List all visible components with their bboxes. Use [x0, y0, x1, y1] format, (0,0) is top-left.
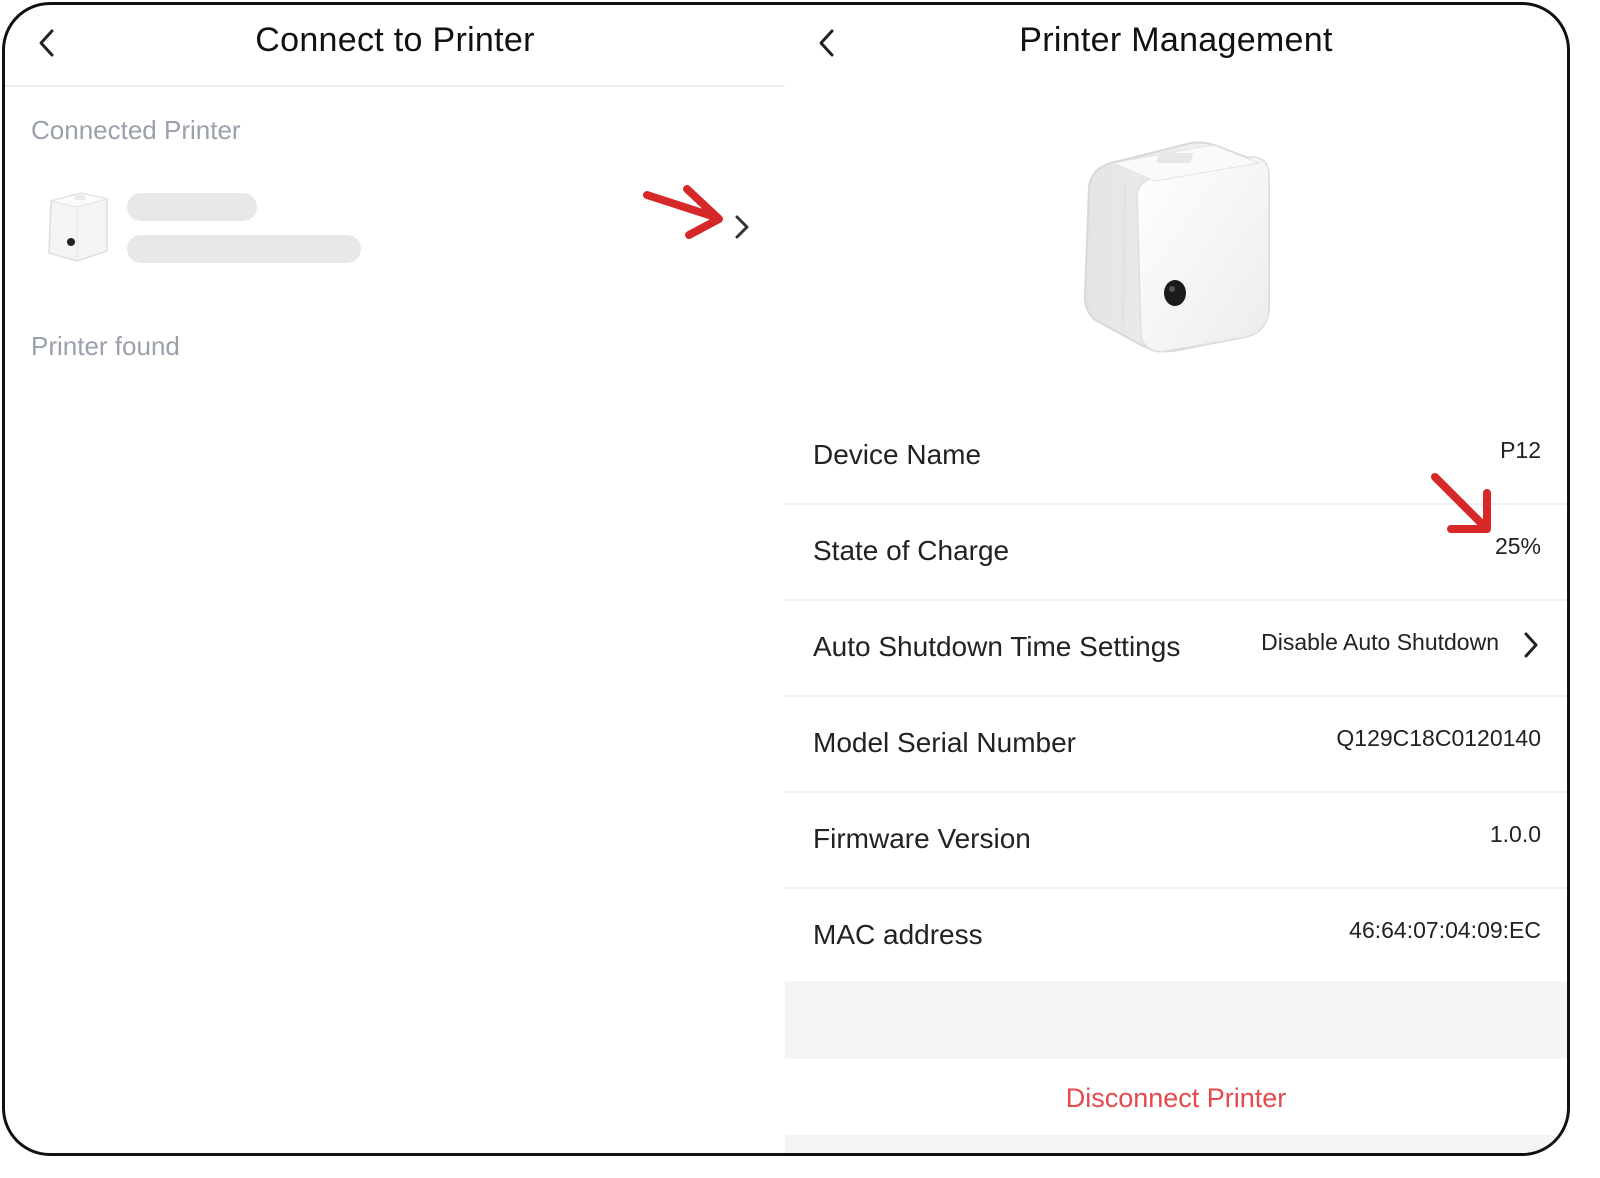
printer-thumbnail-image: [48, 192, 108, 262]
model-serial-row: Model Serial Number Q129C18C0120140: [785, 695, 1567, 793]
auto-shutdown-row[interactable]: Auto Shutdown Time Settings Disable Auto…: [785, 599, 1567, 697]
bottom-divider: [785, 1135, 1567, 1153]
page-title: Printer Management: [1019, 21, 1333, 59]
printer-found-label: Printer found: [31, 331, 180, 361]
auto-shutdown-value: Disable Auto Shutdown: [1261, 629, 1499, 655]
device-name-value: P12: [1500, 437, 1541, 463]
page-title: Connect to Printer: [255, 21, 535, 59]
disconnect-printer-button[interactable]: Disconnect Printer: [785, 1061, 1567, 1135]
connect-to-printer-screen: Connect to Printer Connected Printer Pri…: [5, 5, 785, 1153]
model-serial-label: Model Serial Number: [813, 727, 1076, 758]
printer-management-screen: Printer Management Device Name P12 State…: [785, 5, 1567, 1153]
annotation-arrow-icon: [1431, 473, 1491, 533]
state-of-charge-value: 25%: [1494, 533, 1541, 559]
model-serial-value: Q129C18C0120140: [1336, 725, 1541, 751]
annotation-arrow-icon: [643, 185, 723, 239]
screenshot-frame: Connect to Printer Connected Printer Pri…: [2, 2, 1570, 1156]
printer-detail-placeholder: [127, 235, 361, 263]
header: Connect to Printer: [5, 5, 785, 87]
device-name-label: Device Name: [813, 439, 982, 470]
chevron-right-icon: [1524, 632, 1538, 658]
firmware-version-label: Firmware Version: [813, 823, 1031, 854]
header: Printer Management: [785, 5, 1567, 85]
printer-name-placeholder: [127, 193, 257, 221]
mac-address-label: MAC address: [813, 919, 983, 950]
section-divider: [785, 981, 1567, 1059]
connected-printer-label: Connected Printer: [31, 115, 241, 145]
firmware-version-value: 1.0.0: [1489, 821, 1541, 847]
state-of-charge-label: State of Charge: [813, 535, 1010, 566]
printer-image: [1083, 141, 1270, 353]
mac-address-value: 46:64:07:04:09:EC: [1349, 917, 1541, 943]
firmware-version-row: Firmware Version 1.0.0: [785, 791, 1567, 889]
chevron-right-icon: [735, 215, 749, 239]
mac-address-row: MAC address 46:64:07:04:09:EC: [785, 887, 1567, 983]
auto-shutdown-label: Auto Shutdown Time Settings: [813, 631, 1181, 662]
